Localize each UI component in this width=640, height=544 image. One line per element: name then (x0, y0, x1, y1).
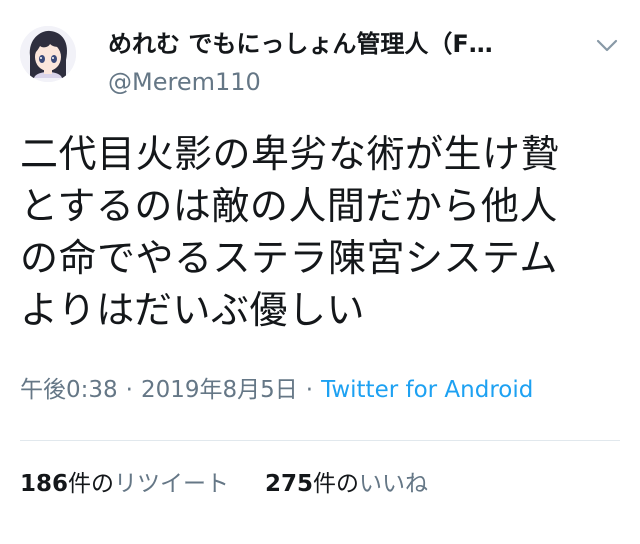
like-count[interactable]: 275件のいいね (265, 467, 428, 501)
display-name[interactable]: めれむ でもにっしょん管理人（F… (108, 27, 568, 61)
chevron-down-icon[interactable] (596, 38, 618, 52)
avatar[interactable] (20, 26, 76, 82)
user-handle[interactable]: @Merem110 (108, 65, 568, 99)
meta-separator: · (125, 377, 133, 403)
tweet-text: 二代目火影の卑劣な術が生け贄 とするのは敵の人間だから他人 の命でやるステラ陳宮… (20, 128, 620, 336)
retweet-label: リツイート (114, 471, 230, 497)
retweet-number: 186 (20, 471, 69, 497)
tweet-line: の命でやるステラ陳宮システム (20, 236, 558, 280)
tweet-line: とするのは敵の人間だから他人 (20, 184, 558, 228)
source-link[interactable]: Twitter for Android (321, 377, 533, 403)
tweet-time[interactable]: 午後0:38 (20, 377, 118, 403)
retweet-count[interactable]: 186件のリツイート (20, 467, 229, 501)
tweet-line: 二代目火影の卑劣な術が生け贄 (20, 132, 560, 176)
tweet-stats: 186件のリツイート 275件のいいね (20, 467, 428, 501)
user-info[interactable]: めれむ でもにっしょん管理人（F… @Merem110 (108, 27, 568, 99)
tweet-date[interactable]: 2019年8月5日 (141, 377, 298, 403)
tweet-meta: 午後0:38 · 2019年8月5日 · Twitter for Android (20, 374, 533, 406)
like-unit: 件の (313, 471, 360, 497)
like-number: 275 (265, 471, 314, 497)
avatar-image (20, 26, 76, 82)
tweet-line: よりはだいぶ優しい (20, 288, 365, 332)
like-label: いいね (359, 471, 429, 497)
meta-separator: · (305, 377, 314, 403)
tweet-card: めれむ でもにっしょん管理人（F… @Merem110 二代目火影の卑劣な術が生… (0, 0, 640, 544)
retweet-unit: 件の (68, 471, 115, 497)
divider (20, 440, 620, 441)
